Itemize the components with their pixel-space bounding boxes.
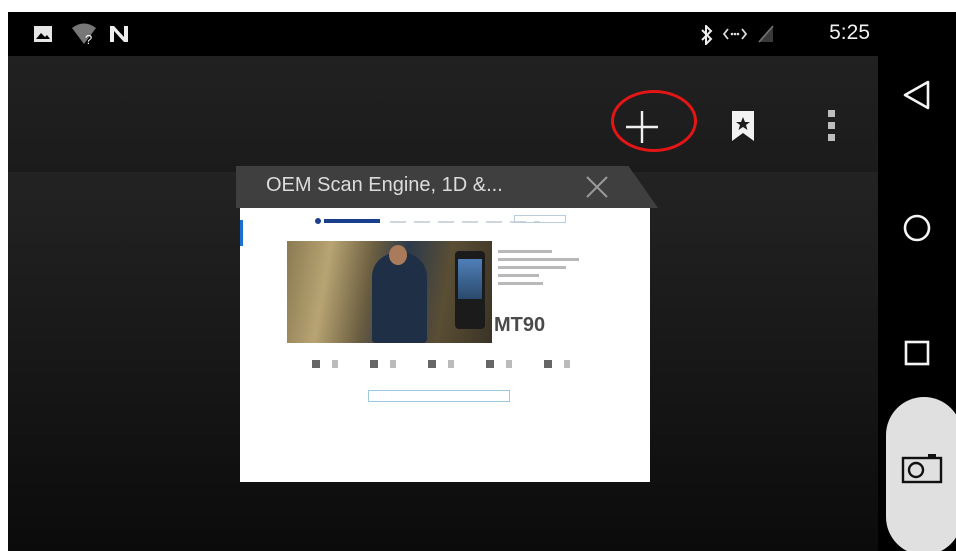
recents-square-icon xyxy=(904,340,930,366)
browser-toolbar xyxy=(8,56,878,172)
home-button[interactable] xyxy=(893,204,941,252)
overflow-menu-icon xyxy=(828,110,835,141)
tab-thumbnail[interactable]: MT90 xyxy=(240,208,650,482)
overflow-menu-button[interactable] xyxy=(808,102,856,150)
thumbnail-cta-button xyxy=(368,390,510,402)
thumbnail-text-lines xyxy=(498,250,588,290)
thumbnail-model-label: MT90 xyxy=(494,314,546,336)
tab-title: OEM Scan Engine, 1D &... xyxy=(266,174,503,196)
image-icon xyxy=(33,24,53,49)
status-time: 5:25 xyxy=(829,21,870,44)
bluetooth-icon xyxy=(700,23,714,50)
svg-text:?: ? xyxy=(85,32,92,46)
bookmarks-button[interactable] xyxy=(719,102,767,150)
camera-button[interactable] xyxy=(894,447,950,491)
tab-card[interactable]: OEM Scan Engine, 1D &... MT90 xyxy=(236,166,658,491)
battery-empty-icon xyxy=(757,24,775,49)
thumbnail-search xyxy=(514,215,566,223)
close-icon xyxy=(586,176,608,198)
device-screen: ? 5:25 OEM Scan Engine, 1D &... MT90 xyxy=(8,12,956,551)
back-triangle-icon xyxy=(903,80,930,110)
home-circle-icon xyxy=(903,214,931,242)
close-tab-button[interactable] xyxy=(582,172,612,202)
highlight-annotation-ring xyxy=(611,90,697,152)
back-button[interactable] xyxy=(893,71,941,119)
tab-switcher: OEM Scan Engine, 1D &... MT90 xyxy=(8,166,878,551)
navigation-bar xyxy=(878,12,956,551)
wifi-question-icon: ? xyxy=(70,22,98,51)
status-bar: ? 5:25 xyxy=(8,12,878,56)
nfc-n-icon xyxy=(108,24,130,49)
thumbnail-logo xyxy=(314,215,384,229)
bookmark-star-icon xyxy=(732,111,754,141)
camera-icon xyxy=(901,454,943,484)
thumbnail-accent-bar xyxy=(240,220,243,246)
thumbnail-product-row xyxy=(312,360,582,368)
recents-button[interactable] xyxy=(893,329,941,377)
thumbnail-hero-image xyxy=(287,241,492,343)
data-transfer-icon xyxy=(722,27,748,46)
camera-shortcut[interactable] xyxy=(886,397,956,551)
